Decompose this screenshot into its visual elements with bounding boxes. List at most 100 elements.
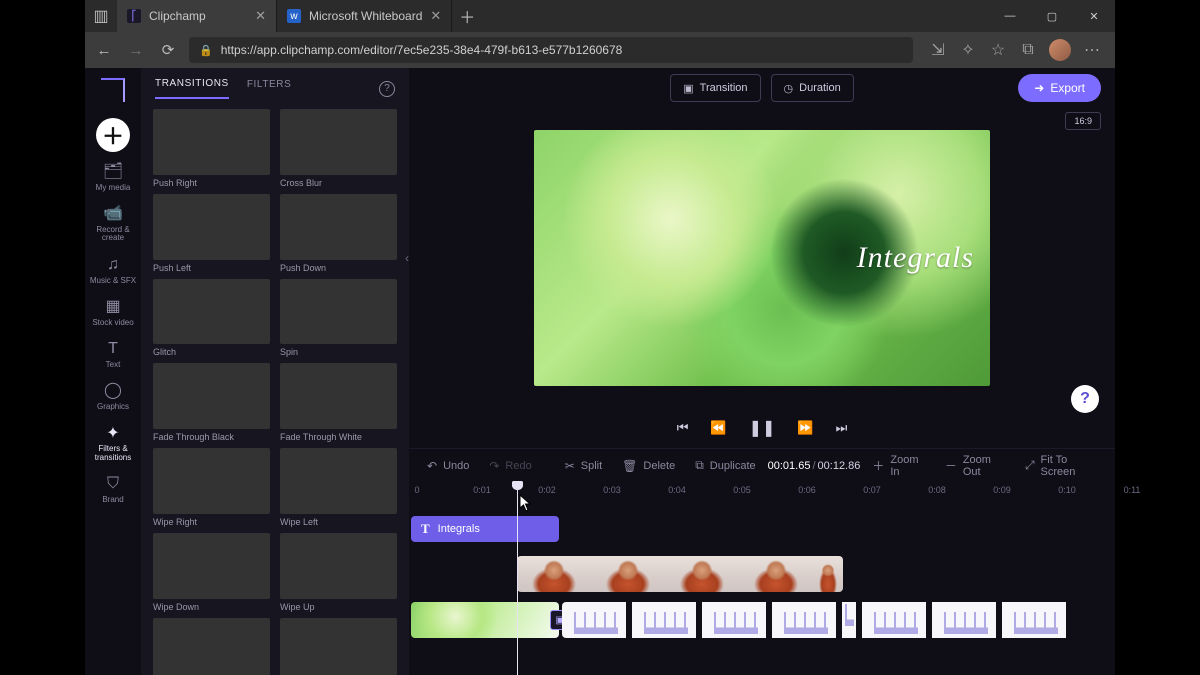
transition-wipe-down[interactable]: Wipe Down [153, 533, 270, 612]
rail-stock-video[interactable]: ▦Stock video [85, 297, 141, 329]
ruler-tick: 0 [414, 485, 419, 495]
window-minimize-button[interactable]: — [989, 0, 1031, 32]
ruler-tick: 0:11 [1124, 485, 1141, 495]
export-button[interactable]: ➜Export [1018, 74, 1101, 102]
forward-button[interactable]: ⏩ [797, 420, 813, 436]
duration-settings-button[interactable]: ◷Duration [771, 74, 854, 102]
track-video-2[interactable]: ▣ [409, 602, 1115, 638]
redo-button[interactable]: ↷Redo [481, 454, 539, 478]
transition-label: Push Right [153, 178, 270, 188]
transition-label: Wipe Up [280, 602, 397, 612]
transition-label: Wipe Right [153, 517, 270, 527]
rail-record-create[interactable]: 📹Record & create [85, 204, 141, 245]
rewind-button[interactable]: ⏪ [710, 420, 726, 436]
video-clip-slides[interactable] [562, 602, 1110, 638]
rail-graphics[interactable]: ◯Graphics [85, 381, 141, 413]
lock-icon: 🔒 [199, 44, 213, 57]
zoom-in-button[interactable]: ＋Zoom In [864, 454, 932, 478]
favorite-icon[interactable]: ☆ [989, 40, 1007, 60]
close-icon[interactable]: ✕ [255, 8, 266, 24]
transition-wipe-up[interactable]: Wipe Up [280, 533, 397, 612]
editor-main: ▣Transition ◷Duration ➜Export 16:9 ‹ Int… [409, 68, 1115, 675]
transition-wipe-left[interactable]: Wipe Left [280, 448, 397, 527]
transition-settings-button[interactable]: ▣Transition [670, 74, 760, 102]
transition-push-down[interactable]: Push Down [280, 194, 397, 273]
add-media-button[interactable]: ＋ [96, 118, 130, 152]
new-tab-button[interactable]: ＋ [452, 0, 482, 32]
address-bar[interactable]: 🔒 https://app.clipchamp.com/editor/7ec5e… [189, 37, 913, 63]
open-external-icon[interactable]: ⇲ [929, 40, 947, 60]
preview-canvas[interactable]: Integrals [534, 130, 990, 386]
window-maximize-button[interactable]: ▢ [1031, 0, 1073, 32]
skip-start-button[interactable]: ⏮ [677, 420, 689, 436]
text-icon: T [421, 521, 430, 537]
profile-avatar[interactable] [1049, 39, 1071, 61]
timeline-tracks[interactable]: T Integrals ▣ [409, 504, 1115, 675]
url-text: https://app.clipchamp.com/editor/7ec5e23… [221, 43, 623, 57]
tab-filters[interactable]: FILTERS [247, 79, 292, 98]
split-button[interactable]: ✂Split [557, 454, 610, 478]
trash-icon: 🗑 [622, 459, 637, 473]
track-text[interactable]: T Integrals [409, 516, 1115, 546]
transition-cross-blur[interactable]: Cross Blur [280, 109, 397, 188]
transition-fade-through-black[interactable]: Fade Through Black [153, 363, 270, 442]
transition-thumb-icon [153, 448, 270, 514]
plus-icon: ＋ [872, 457, 884, 474]
clipchamp-logo-icon[interactable] [101, 78, 125, 102]
rail-music-sfx[interactable]: ♫Music & SFX [85, 255, 141, 287]
rail-filters-transitions[interactable]: ✦Filters & transitions [85, 424, 141, 465]
collapse-panel-button[interactable]: ‹ [403, 245, 411, 271]
help-fab-button[interactable]: ? [1071, 385, 1099, 413]
nav-back-button[interactable]: ← [93, 42, 115, 59]
window-close-button[interactable]: ✕ [1073, 0, 1115, 32]
duplicate-icon: ⧉ [695, 458, 704, 473]
undo-icon: ↶ [427, 459, 437, 473]
transition-tiles[interactable]: Tiles [280, 618, 397, 675]
close-icon[interactable]: ✕ [430, 8, 441, 24]
nav-reload-button[interactable]: ⟳ [157, 41, 179, 59]
camera-icon: 📹 [103, 206, 123, 223]
ruler-tick: 0:01 [473, 485, 491, 495]
transition-spin[interactable]: Spin [280, 279, 397, 358]
track-video-1[interactable] [409, 556, 1115, 592]
pause-button[interactable]: ❚❚ [749, 418, 776, 438]
minus-icon: － [945, 457, 957, 474]
film-icon: ▦ [105, 299, 120, 316]
clock-icon: ◷ [784, 82, 794, 95]
nav-forward-button[interactable]: → [125, 42, 147, 59]
tab-transitions[interactable]: TRANSITIONS [155, 78, 229, 99]
transition-thumb-icon [280, 363, 397, 429]
transitions-panel: TRANSITIONS FILTERS ? Push Right Cross Bl… [141, 68, 409, 675]
transition-label: Fade Through Black [153, 432, 270, 442]
rail-text[interactable]: TText [85, 339, 141, 371]
timeline-toolbar: ↶Undo ↷Redo ✂Split 🗑Delete ⧉Duplicate 00… [409, 448, 1115, 482]
transition-wipe-right[interactable]: Wipe Right [153, 448, 270, 527]
undo-button[interactable]: ↶Undo [419, 454, 477, 478]
menu-icon[interactable]: ⋯ [1083, 40, 1101, 60]
transition-glitch-reveal[interactable]: Glitch Reveal [153, 618, 270, 675]
skip-end-button[interactable]: ⏭ [836, 420, 848, 436]
fit-to-screen-button[interactable]: ⤢Fit To Screen [1017, 454, 1105, 478]
tab-overview-icon[interactable]: ▥ [85, 0, 117, 32]
video-clip-intro[interactable] [411, 602, 559, 638]
rail-my-media[interactable]: 🗂My media [85, 162, 141, 194]
playhead-line[interactable] [517, 482, 518, 675]
export-icon: ➜ [1034, 81, 1044, 95]
transition-glitch[interactable]: Glitch [153, 279, 270, 358]
transition-push-right[interactable]: Push Right [153, 109, 270, 188]
panel-help-icon[interactable]: ? [379, 81, 395, 97]
delete-button[interactable]: 🗑Delete [614, 454, 683, 478]
browser-tab-clipchamp[interactable]: ⎡ Clipchamp ✕ [117, 0, 277, 32]
transition-push-left[interactable]: Push Left [153, 194, 270, 273]
rail-brand[interactable]: ⛉Brand [85, 474, 141, 506]
video-clip-person[interactable] [517, 556, 843, 592]
transition-thumb-icon [153, 533, 270, 599]
collections-icon[interactable]: ⧉ [1019, 41, 1037, 59]
clipchamp-favicon-icon: ⎡ [127, 9, 141, 23]
duplicate-button[interactable]: ⧉Duplicate [687, 454, 763, 478]
text-clip-integrals[interactable]: T Integrals [411, 516, 559, 542]
zoom-out-button[interactable]: －Zoom Out [937, 454, 1013, 478]
reader-icon[interactable]: ✧ [959, 40, 977, 60]
browser-tab-whiteboard[interactable]: w Microsoft Whiteboard ✕ [277, 0, 452, 32]
transition-fade-through-white[interactable]: Fade Through White [280, 363, 397, 442]
